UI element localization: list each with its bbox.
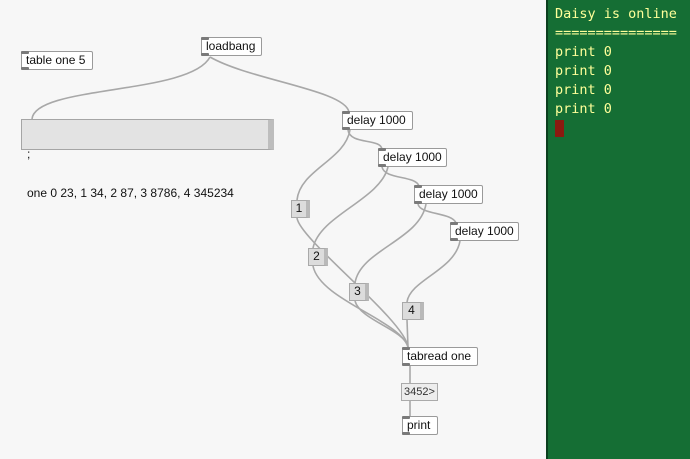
- console-line: print 0: [555, 82, 612, 98]
- delay-object-3[interactable]: delay 1000: [414, 185, 483, 204]
- loadbang-object[interactable]: loadbang: [201, 37, 262, 56]
- delay-object-4[interactable]: delay 1000: [450, 222, 519, 241]
- console-cursor[interactable]: [555, 120, 564, 137]
- number-atom[interactable]: 3452>: [401, 383, 438, 401]
- number-box-3[interactable]: 3: [349, 283, 369, 301]
- cord-delay3-num3: [354, 203, 427, 284]
- cord-delay1-num1: [296, 129, 351, 201]
- cord-num3-tabread: [354, 300, 409, 348]
- console-line: print 0: [555, 44, 612, 60]
- number-box-2[interactable]: 2: [308, 248, 328, 266]
- print-object[interactable]: print: [402, 416, 438, 435]
- delay-object-2[interactable]: delay 1000: [378, 148, 447, 167]
- cord-num2-tabread: [312, 265, 409, 348]
- cord-num4-tabread: [406, 319, 409, 348]
- cord-loadbang-delay1: [209, 56, 350, 113]
- cord-delay4-num4: [406, 240, 461, 303]
- console-line: Daisy is online: [555, 6, 677, 22]
- console-window[interactable]: Daisy is online =============== print 0 …: [546, 0, 690, 459]
- cord-delay2-num2: [312, 166, 389, 249]
- patch-canvas[interactable]: table one 5 loadbang ; one 0 23, 1 34, 2…: [0, 0, 548, 459]
- tabread-object[interactable]: tabread one: [402, 347, 478, 366]
- table-message-box[interactable]: ; one 0 23, 1 34, 2 87, 3 8786, 4 345234: [21, 119, 274, 200]
- message-line-2: one 0 23, 1 34, 2 87, 3 8786, 4 345234: [27, 186, 234, 200]
- table-one-object[interactable]: table one 5: [21, 51, 93, 70]
- message-line-1: ;: [27, 147, 31, 161]
- cord-delay1-delay2: [347, 129, 383, 150]
- number-box-1[interactable]: 1: [291, 200, 310, 218]
- console-line: print 0: [555, 101, 612, 117]
- console-line: print 0: [555, 63, 612, 79]
- console-line: ===============: [555, 25, 677, 41]
- number-box-4[interactable]: 4: [402, 302, 424, 320]
- delay-object-1[interactable]: delay 1000: [342, 111, 413, 130]
